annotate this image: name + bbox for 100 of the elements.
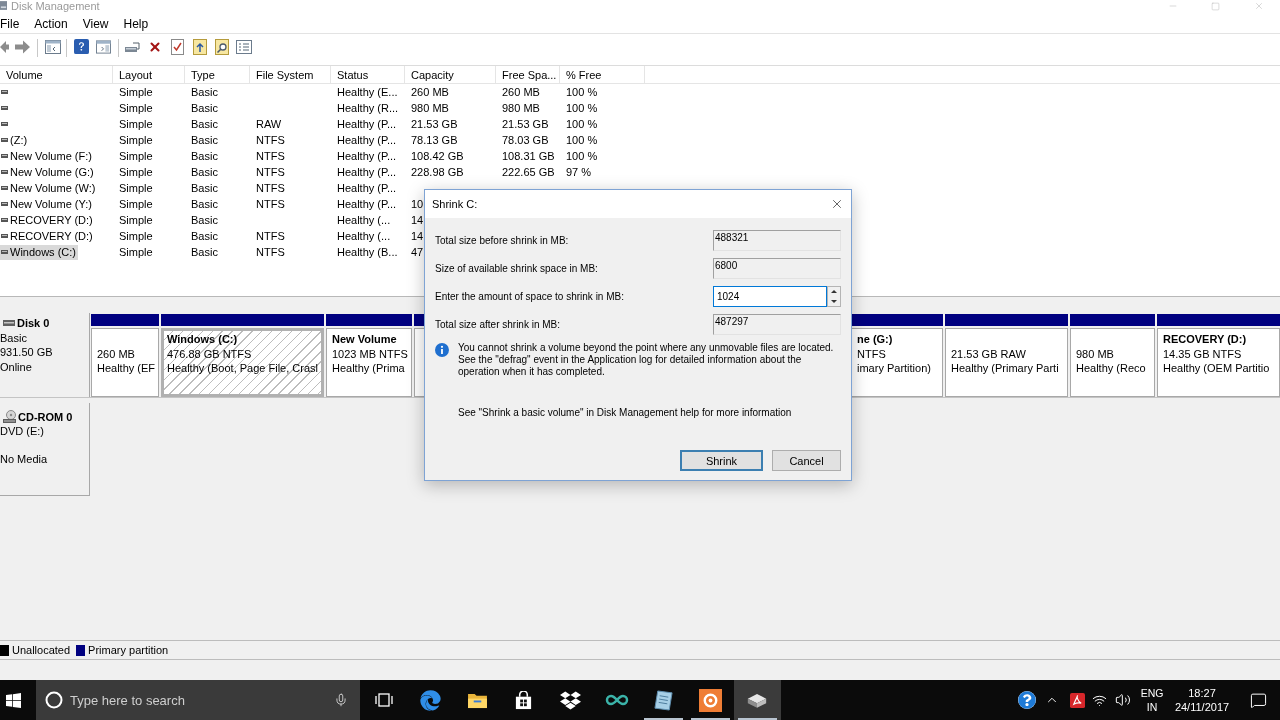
partition-status: Healthy (EF [97,362,156,374]
wifi-icon[interactable] [1092,692,1107,708]
folder-icon [466,691,488,709]
close-icon [1253,1,1264,11]
partition-status: Healthy (Reco [1076,362,1146,374]
status-value: Healthy (P... [337,148,397,164]
menu-item[interactable]: File [0,15,20,32]
type-value: Basic [191,228,218,244]
percent-free-value: 100 % [566,84,598,100]
partition-size: 476.88 GB NTFS [167,347,252,360]
taskbar-button[interactable] [733,680,781,720]
partition-size: 14.35 GB NTFS [1163,347,1242,360]
disk-status: Online [0,360,32,373]
language-label[interactable]: ENG [1140,686,1164,700]
search-field[interactable]: Type here to search [70,690,310,710]
file-system-value: NTFS [256,196,285,212]
partition-block[interactable]: 260 MB Healthy (EF [91,328,159,397]
type-value: Basic [191,244,218,260]
app-tile-icon[interactable] [1070,692,1085,708]
microphone-icon[interactable] [334,692,348,708]
partition-block[interactable]: 980 MB Healthy (Reco [1070,328,1155,397]
partition-block[interactable]: New Volume 1023 MB NTFS Healthy (Prima [326,328,412,397]
column-header[interactable]: Type [185,66,250,84]
drive-icon [1,90,8,94]
partition-block[interactable]: RECOVERY (D:) 14.35 GB NTFS Healthy (OEM Partitio [1157,328,1280,397]
page-search-icon[interactable] [214,39,230,55]
partition-size: 260 MB [97,347,135,360]
capacity-value: 47 [411,244,424,260]
panel-icon[interactable] [96,40,111,54]
region-label[interactable]: IN [1146,700,1158,714]
partition-status: Healthy (Primary Parti [951,362,1059,374]
layout-value: Simple [119,180,153,196]
free-space-value: 260 MB [502,84,540,100]
free-space-value: 222.65 GB [502,164,555,180]
free-space-value: 21.53 GB [502,116,549,132]
column-header[interactable]: % Free [560,66,645,84]
status-value: Healthy (R... [337,100,399,116]
list-icon[interactable] [236,40,252,54]
file-system-value: NTFS [256,228,285,244]
status-value: Healthy (E... [337,84,398,100]
capacity-value: 108.42 GB [411,148,464,164]
partition-bar [414,314,425,326]
speaker-icon[interactable] [1115,692,1131,708]
layout-value: Simple [119,100,153,116]
disk-size: 931.50 GB [0,346,53,358]
column-header[interactable]: File System [250,66,331,84]
delete-icon[interactable] [148,40,162,54]
drive-icon [1,202,8,206]
file-system-value: NTFS [256,132,285,148]
back-arrow-icon[interactable] [0,40,9,54]
info-message: You cannot shrink a volume beyond the point where any unmovable files are located. See the "defrag" event in the Application log for detailed information about the operation when it has completed. [457,342,835,378]
disk-type: Basic [0,331,27,344]
column-header[interactable]: Status [331,66,405,84]
partition-block[interactable]: Windows (C:) 476.88 GB NTFS Healthy (Boot, Page File, Crasl [161,328,324,397]
help-icon[interactable] [1018,691,1036,709]
free-space-value: 108.31 GB [502,148,555,164]
panel-icon[interactable] [45,40,61,54]
input-field[interactable]: 1024 [713,286,827,307]
volume-cell[interactable]: Windows (C:) [0,244,78,260]
free-space-value: 78.03 GB [502,132,549,148]
clock-time[interactable]: 18:27 [1188,686,1216,700]
four-panes-icon [6,692,21,708]
status-value: Healthy (B... [337,244,398,260]
disc-drive-icon [3,410,17,424]
partition-title: RECOVERY (D:) [1163,333,1247,345]
drive-icon [1,154,8,158]
percent-free-value: 100 % [566,148,598,164]
layout-value: Simple [119,196,153,212]
type-value: Basic [191,164,218,180]
app-icon [0,1,7,10]
partition-size: 980 MB [1076,347,1114,360]
ring-icon [45,691,63,709]
help-message: See "Shrink a basic volume" in Disk Management help for more information [457,407,793,419]
type-value: Basic [191,212,218,228]
file-system-value: NTFS [256,244,285,260]
menu-item[interactable]: Action [34,15,68,32]
menu-item[interactable]: View [82,15,109,32]
forward-arrow-icon[interactable] [15,40,30,54]
field-label: Total size before shrink in MB: [435,234,569,247]
shrink-button[interactable]: Shrink [680,450,763,471]
column-header[interactable]: Volume [0,66,113,84]
disk-name: Disk 0 [17,316,50,331]
layout-value: Simple [119,116,153,132]
info-icon [435,343,449,357]
checklist-icon[interactable] [170,39,185,55]
cancel-button[interactable]: Cancel [772,450,841,471]
column-header[interactable]: Layout [113,66,185,84]
spin-buttons[interactable] [827,286,841,307]
partition-status: Healthy (Prima [332,362,405,374]
partition-block[interactable]: 21.53 GB RAW Healthy (Primary Parti [945,328,1068,397]
column-header[interactable]: Free Spa... [496,66,560,84]
field-label: Enter the amount of space to shrink in MB: [435,290,624,303]
search-box[interactable]: Type here to search [36,680,360,720]
clock-date[interactable]: 24/11/2017 [1174,700,1230,714]
drive-icon[interactable] [124,40,140,54]
type-value: Basic [191,132,218,148]
menu-item[interactable]: Help [123,15,149,32]
column-header[interactable]: Capacity [405,66,496,84]
drive-icon [1,234,8,238]
partition-block[interactable]: ne (G:) NTFS imary Partition) [851,328,943,397]
